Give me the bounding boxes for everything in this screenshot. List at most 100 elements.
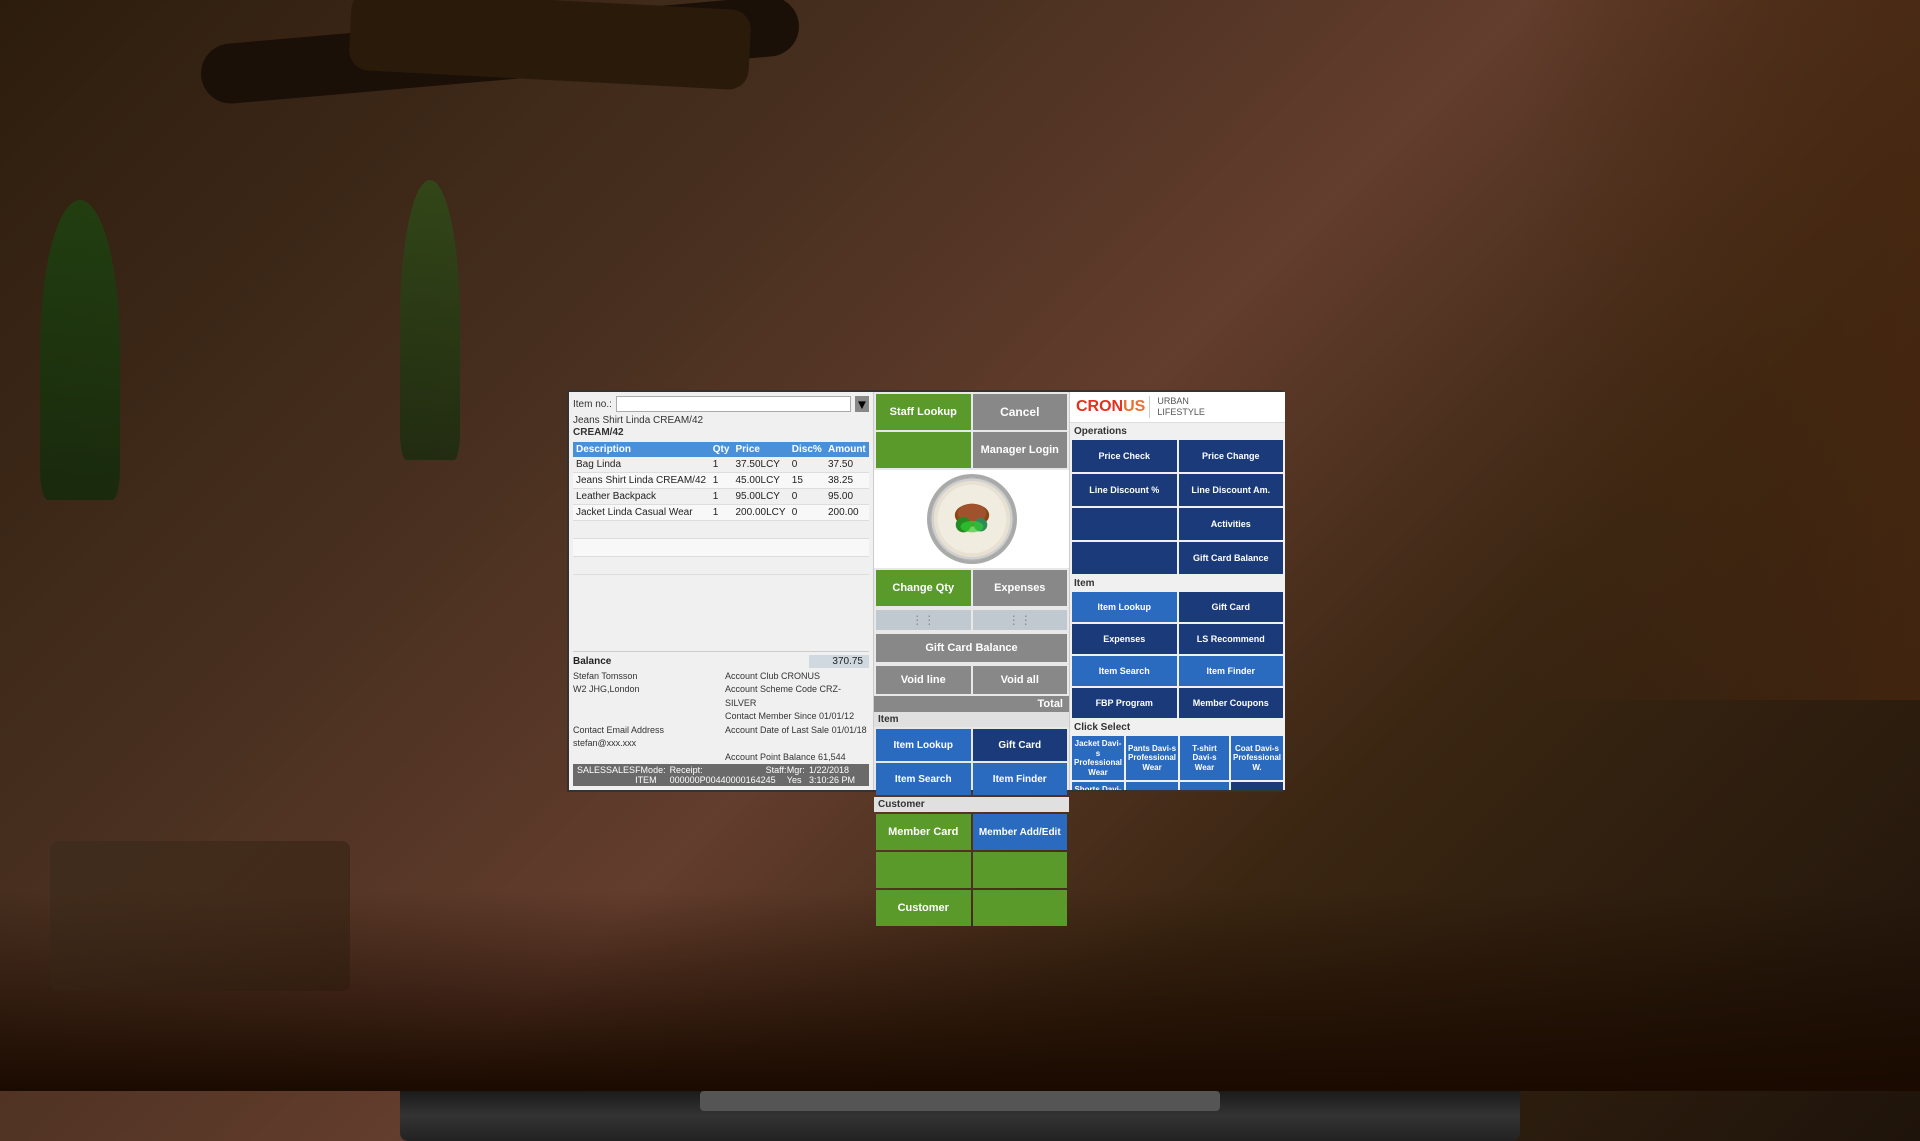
staff-lookup-button[interactable]: Staff Lookup	[876, 394, 971, 430]
table-row[interactable]: Bag Linda 1 37.50LCY 0 37.50	[573, 457, 869, 473]
row-amount: 38.25	[825, 473, 869, 489]
row-amount: 37.50	[825, 457, 869, 473]
row-desc: Bag Linda	[573, 457, 710, 473]
ls-recommend-button[interactable]: LS Recommend	[1179, 624, 1284, 654]
price-check-button[interactable]: Price Check	[1072, 440, 1177, 472]
manager-login-button[interactable]: Manager Login	[973, 432, 1068, 468]
item-finder-button[interactable]: Item Finder	[1179, 656, 1284, 686]
status-datetime: 1/22/2018 3:10:26 PM	[809, 765, 865, 785]
cust-email: Contact Email Address stefan@xxx.xxx	[573, 724, 717, 751]
gift-card-balance-ops-button[interactable]: Gift Card Balance	[1179, 542, 1284, 574]
row-price: 200.00LCY	[732, 505, 788, 521]
empty-ops-2	[1072, 542, 1177, 574]
fbp-program-button[interactable]: FBP Program	[1072, 688, 1177, 718]
gift-card-button[interactable]: Gift Card	[1179, 592, 1284, 622]
col-description: Description	[573, 442, 710, 457]
logo-lifestyle-text: LIFESTYLE	[1157, 407, 1205, 418]
member-add-edit-button[interactable]: Member Add/Edit	[973, 814, 1068, 850]
row-disc: 15	[789, 473, 825, 489]
pos-mid-panel: Staff Lookup Cancel Manager Login	[874, 392, 1069, 790]
table-row-empty	[573, 557, 869, 575]
table-row[interactable]: Jeans Shirt Linda CREAM/42 1 45.00LCY 15…	[573, 473, 869, 489]
empty-green-cust-2	[973, 852, 1068, 888]
line-discount-am-button[interactable]: Line Discount Am.	[1179, 474, 1284, 506]
click-back-button[interactable]: Back	[1231, 782, 1283, 790]
logo-cronus: CRONUS	[1076, 398, 1145, 416]
table-row[interactable]: Jacket Linda Casual Wear 1 200.00LCY 0 2…	[573, 505, 869, 521]
logo-urban-text: URBAN	[1157, 396, 1205, 407]
click-shorts-button[interactable]: Shorts Davi-s Professional Wear	[1072, 782, 1124, 790]
status-staff: Staff: 45	[766, 765, 787, 785]
price-change-button[interactable]: Price Change	[1179, 440, 1284, 472]
click-jacket-button[interactable]: Jacket Davi-s Professional Wear	[1072, 736, 1124, 780]
dots-2: ⋮⋮	[973, 610, 1068, 630]
pos-left-panel: Item no.: ▼ Jeans Shirt Linda CREAM/42 C…	[569, 392, 874, 790]
member-card-button[interactable]: Member Card	[876, 814, 971, 850]
pos-window: Item no.: ▼ Jeans Shirt Linda CREAM/42 C…	[567, 390, 1283, 792]
operations-grid: Price Check Price Change Line Discount %…	[1070, 438, 1285, 576]
line-discount-pct-button[interactable]: Line Discount %	[1072, 474, 1177, 506]
col-disc: Disc%	[789, 442, 825, 457]
item-lookup-mid-button[interactable]: Item Lookup	[876, 729, 971, 761]
row-amount: 200.00	[825, 505, 869, 521]
gift-card-mid-button[interactable]: Gift Card	[973, 729, 1068, 761]
transaction-table: Description Qty Price Disc% Amount Bag L…	[573, 442, 869, 575]
click-tshirt-button[interactable]: T-shirt Davi-s Wear	[1180, 736, 1229, 780]
balance-value: 370.75	[809, 655, 869, 668]
status-receipt: Receipt: 000000P004400001642	[670, 765, 766, 785]
plate-svg	[930, 475, 1014, 563]
gift-card-balance-mid-button[interactable]: Gift Card Balance	[876, 634, 1067, 662]
col-qty: Qty	[710, 442, 733, 457]
member-coupons-button[interactable]: Member Coupons	[1179, 688, 1284, 718]
click-coat-button[interactable]: Coat Davi-s Professional W.	[1231, 736, 1283, 780]
item-code: CREAM/42	[573, 427, 869, 438]
change-qty-button[interactable]: Change Qty	[876, 570, 971, 606]
click-pants-button[interactable]: Pants Davi-s Professional Wear	[1126, 736, 1178, 780]
cust-contact-member-val: Contact Member Since 01/01/12	[725, 710, 869, 724]
row-disc: 0	[789, 489, 825, 505]
item-lookup-button[interactable]: Item Lookup	[1072, 592, 1177, 622]
click-belt-casual-button[interactable]: Belt Davi-s Casual Wear	[1180, 782, 1229, 790]
col-amount: Amount	[825, 442, 869, 457]
cancel-button[interactable]: Cancel	[973, 394, 1068, 430]
row-qty: 1	[710, 473, 733, 489]
item-no-row: Item no.: ▼	[573, 396, 869, 412]
table-row-empty	[573, 539, 869, 557]
row-price: 95.00LCY	[732, 489, 788, 505]
col-price: Price	[732, 442, 788, 457]
status-sales2: SALES	[606, 765, 635, 785]
table-row[interactable]: Leather Backpack 1 95.00LCY 0 95.00	[573, 489, 869, 505]
click-select-label: Click Select	[1070, 720, 1285, 734]
item-no-input[interactable]	[616, 396, 851, 412]
bottom-info: Balance 370.75 Stefan Tomsson Account Cl…	[573, 651, 869, 765]
row-desc: Leather Backpack	[573, 489, 710, 505]
expenses-ops-button[interactable]: Expenses	[1072, 624, 1177, 654]
food-image	[927, 474, 1017, 564]
logo-cronus-text-orange: US	[1123, 398, 1145, 415]
row-price: 37.50LCY	[732, 457, 788, 473]
row-disc: 0	[789, 457, 825, 473]
item-search-mid-button[interactable]: Item Search	[876, 763, 971, 795]
customer-button[interactable]: Customer	[876, 890, 971, 926]
item-no-button[interactable]: ▼	[855, 396, 869, 412]
item-no-label: Item no.:	[573, 399, 612, 410]
row-desc: Jeans Shirt Linda CREAM/42	[573, 473, 710, 489]
item-section-label: Item	[874, 712, 1069, 727]
empty-green-cust-1	[876, 852, 971, 888]
item-finder-mid-button[interactable]: Item Finder	[973, 763, 1068, 795]
row-qty: 1	[710, 457, 733, 473]
logo-divider	[1149, 396, 1150, 418]
expenses-button[interactable]: Expenses	[973, 570, 1068, 606]
void-line-button[interactable]: Void line	[876, 666, 971, 694]
total-label: Total	[1038, 698, 1063, 710]
click-belt-revers-button[interactable]: Black/white Revers.Belt Davi-s	[1126, 782, 1178, 790]
void-all-button[interactable]: Void all	[973, 666, 1068, 694]
status-fmode: FMode: ITEM	[635, 765, 670, 785]
empty-green-1	[876, 432, 971, 468]
item-search-button[interactable]: Item Search	[1072, 656, 1177, 686]
activities-button[interactable]: Activities	[1179, 508, 1284, 540]
logo-cronus-text-red: CRON	[1076, 398, 1123, 415]
logo-urban: URBAN LIFESTYLE	[1157, 396, 1205, 418]
row-disc: 0	[789, 505, 825, 521]
pos-right-panel: CRONUS URBAN LIFESTYLE Operations Price …	[1069, 392, 1285, 790]
